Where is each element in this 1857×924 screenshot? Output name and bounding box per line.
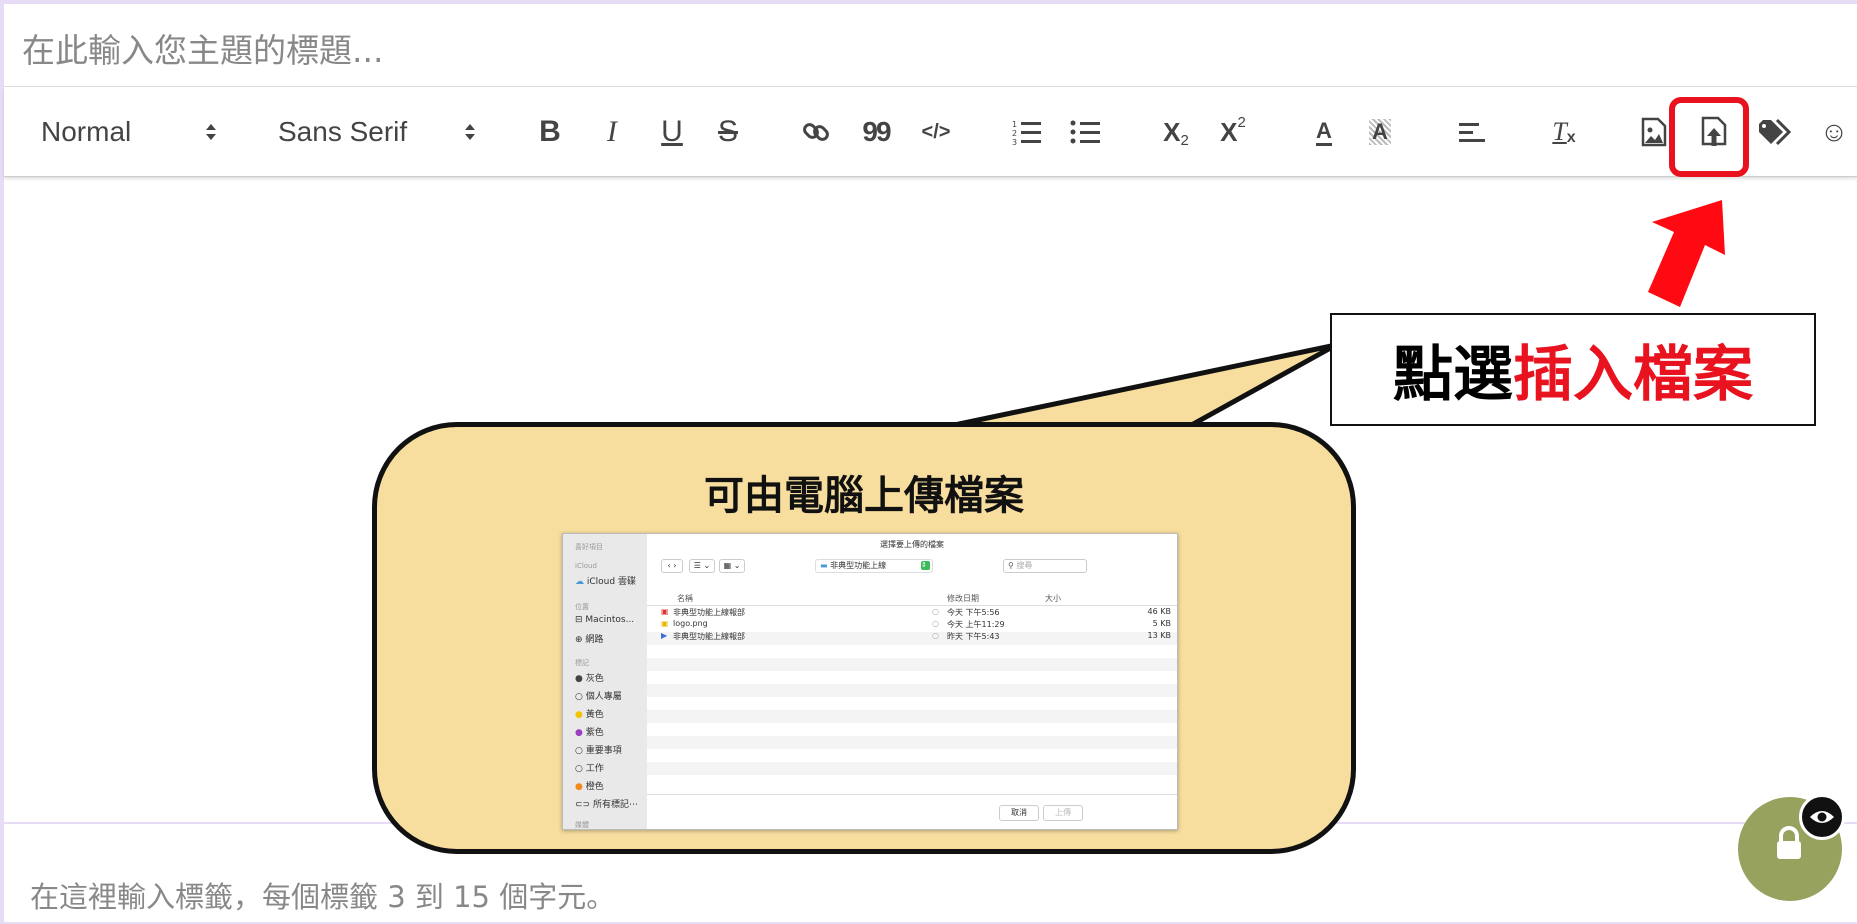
video-file-icon: ▶ — [661, 631, 668, 640]
sidebar-item-label: 灰色 — [585, 674, 604, 684]
callout-highlight: 插入檔案 — [1513, 340, 1753, 410]
file-name: 非典型功能上線報部 — [673, 608, 745, 617]
sidebar-favorites-header: 喜好項目 — [575, 543, 603, 551]
pdf-file-icon: ▣ — [661, 607, 669, 616]
row-stripe — [647, 736, 1177, 749]
sidebar-item-network[interactable]: ⊕ 網路 — [575, 632, 603, 645]
file-date: 昨天 下午5:43 — [947, 632, 1000, 641]
sidebar-item-label: 重要事項 — [585, 746, 622, 756]
file-name: 非典型功能上線報部 — [673, 632, 745, 641]
file-row[interactable]: ▶ 非典型功能上線報部 ○ 昨天 下午5:43 13 KB — [647, 630, 1177, 643]
col-date[interactable]: 修改日期 — [947, 593, 979, 604]
sidebar-item-label: 黃色 — [585, 710, 604, 720]
tag-dot-icon: ● — [575, 674, 583, 684]
search-icon: ⚲ — [1008, 561, 1014, 570]
sidebar-item-macintosh[interactable]: ⊟ Macintos... — [575, 615, 634, 625]
disk-icon: ⊟ — [575, 615, 583, 625]
search-placeholder: 搜尋 — [1016, 561, 1033, 570]
grid-view-button[interactable]: ▦ ⌄ — [719, 559, 745, 573]
file-size: 13 KB — [1147, 631, 1171, 640]
search-field[interactable]: ⚲ 搜尋 — [1003, 559, 1087, 573]
sidebar-item-label: 個人專屬 — [585, 692, 622, 702]
sidebar-item-tag[interactable]: ● 黃色 — [575, 707, 604, 720]
sidebar-media-header: 媒體 — [575, 821, 589, 829]
cloud-icon: ☁ — [575, 577, 584, 587]
sidebar-item-label: 橙色 — [585, 782, 604, 792]
list-view-button[interactable]: ☰ ⌄ — [689, 559, 715, 573]
tag-dot-icon: ● — [575, 710, 583, 720]
globe-icon: ⊕ — [575, 635, 583, 645]
sidebar-item-tag[interactable]: ● 紫色 — [575, 725, 604, 738]
lock-icon — [1777, 826, 1801, 859]
row-stripe — [647, 762, 1177, 775]
chevron-right-icon: › — [673, 561, 677, 570]
col-size[interactable]: 大小 — [1045, 593, 1061, 604]
callout-label: 點選 插入檔案 — [1330, 313, 1816, 426]
eye-icon — [1810, 811, 1834, 823]
sidebar-locations-header: 位置 — [575, 603, 589, 611]
sidebar-tags-header: 標記 — [575, 659, 589, 667]
callout-prefix: 點選 — [1393, 340, 1513, 410]
dialog-sidebar: 喜好項目 iCloud ☁ iCloud 雲碟 位置 ⊟ Macintos...… — [563, 534, 647, 829]
file-size: 5 KB — [1152, 619, 1171, 628]
sidebar-icloud-header: iCloud — [575, 562, 597, 570]
dialog-main: 選擇要上傳的檔案 ‹ › ☰ ⌄ ▦ ⌄ ▬ 非典型功能上線 ⇕ ⚲ 搜尋 名稱… — [647, 534, 1177, 829]
speech-bubble: 可由電腦上傳檔案 喜好項目 iCloud ☁ iCloud 雲碟 位置 ⊟ Ma… — [372, 422, 1356, 854]
row-stripe — [647, 658, 1177, 671]
visibility-badge[interactable] — [1799, 794, 1845, 840]
cloud-status-icon: ○ — [932, 619, 939, 628]
row-stripe — [647, 710, 1177, 723]
tag-dot-icon: ● — [575, 782, 583, 792]
tag-dot-icon: ● — [575, 728, 583, 738]
sidebar-item-label: Macintos... — [585, 615, 635, 625]
column-header: 名稱 修改日期 大小 — [647, 591, 1177, 606]
list-view-label: ☰ ⌄ — [693, 561, 711, 570]
file-dialog-screenshot: 喜好項目 iCloud ☁ iCloud 雲碟 位置 ⊟ Macintos...… — [562, 533, 1178, 830]
file-name: logo.png — [673, 619, 708, 628]
folder-selector[interactable]: ▬ 非典型功能上線 ⇕ — [815, 559, 933, 573]
grid-view-label: ▦ ⌄ — [723, 561, 741, 570]
tag-dot-icon: ○ — [575, 692, 583, 702]
chevron-left-icon: ‹ — [667, 561, 671, 570]
cloud-status-icon: ○ — [932, 631, 939, 640]
sidebar-item-label: 紫色 — [585, 728, 604, 738]
tags-outline-icon: ⊂⊃ — [575, 800, 591, 810]
dialog-title: 選擇要上傳的檔案 — [880, 540, 944, 549]
sidebar-item-tag[interactable]: ● 灰色 — [575, 671, 604, 684]
image-file-icon: ▣ — [661, 619, 669, 628]
col-name[interactable]: 名稱 — [677, 593, 693, 604]
folder-icon: ▬ — [820, 561, 828, 570]
sidebar-item-tag[interactable]: ○ 工作 — [575, 761, 604, 774]
sidebar-item-icloud-drive[interactable]: ☁ iCloud 雲碟 — [575, 574, 636, 587]
sidebar-item-all-tags[interactable]: ⊂⊃ 所有標記⋯ — [575, 797, 638, 810]
bubble-title: 可由電腦上傳檔案 — [704, 473, 1024, 519]
row-stripe — [647, 684, 1177, 697]
file-size: 46 KB — [1147, 607, 1171, 616]
sidebar-item-tag[interactable]: ● 橙色 — [575, 779, 604, 792]
folder-name: 非典型功能上線 — [830, 561, 887, 570]
back-forward-buttons[interactable]: ‹ › — [661, 559, 683, 573]
cloud-status-icon: ○ — [932, 607, 939, 616]
updown-icon: ⇕ — [921, 561, 930, 570]
sidebar-item-tag[interactable]: ○ 個人專屬 — [575, 689, 622, 702]
sidebar-item-label: 網路 — [585, 635, 604, 645]
tag-dot-icon: ○ — [575, 746, 583, 756]
tag-dot-icon: ○ — [575, 764, 583, 774]
upload-button[interactable]: 上傳 — [1043, 805, 1083, 821]
file-date: 今天 上午11:29 — [947, 620, 1005, 629]
dialog-footer: 取消 上傳 — [647, 794, 1177, 829]
file-date: 今天 下午5:56 — [947, 608, 1000, 617]
sidebar-item-label: 工作 — [585, 764, 604, 774]
sidebar-item-tag[interactable]: ○ 重要事項 — [575, 743, 622, 756]
sidebar-item-label: 所有標記⋯ — [592, 800, 638, 810]
cancel-button[interactable]: 取消 — [999, 805, 1039, 821]
sidebar-item-label: iCloud 雲碟 — [586, 577, 636, 587]
